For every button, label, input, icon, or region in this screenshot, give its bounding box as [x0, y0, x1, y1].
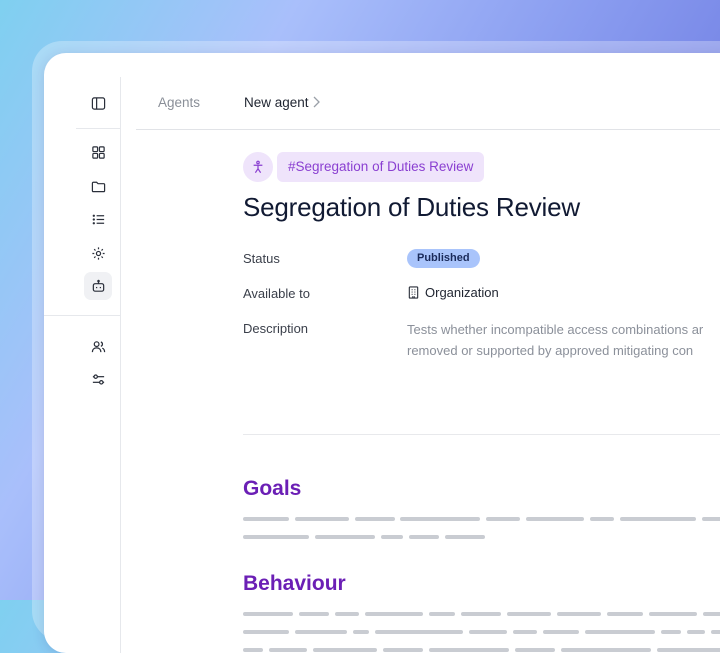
- placeholder-line: [243, 517, 720, 521]
- topbar: Agents New agent: [136, 77, 720, 130]
- sidebar-item-preferences[interactable]: [84, 365, 112, 393]
- settings-icon: [91, 246, 105, 260]
- sidebar-toggle-button[interactable]: [84, 89, 112, 117]
- placeholder-line: [243, 535, 720, 539]
- description-text: Tests whether incompatible access combin…: [407, 319, 720, 361]
- available-text: Organization: [425, 285, 499, 300]
- person-icon: [253, 160, 263, 174]
- placeholder-line: [243, 648, 720, 652]
- agent-avatar: [243, 152, 273, 182]
- sidebar-item-list[interactable]: [84, 205, 112, 233]
- goals-heading: Goals: [243, 477, 302, 500]
- sidebar-item-folders[interactable]: [84, 172, 112, 200]
- breadcrumb-current: New agent: [244, 95, 309, 110]
- chevron-right-icon: [313, 96, 320, 108]
- breadcrumb-agents[interactable]: Agents: [158, 95, 200, 110]
- placeholder-line: [243, 612, 720, 616]
- folder-icon: [91, 181, 105, 192]
- list-icon: [92, 214, 104, 224]
- sidebar-divider: [44, 315, 120, 316]
- panel-toggle-icon: [91, 96, 105, 110]
- sidebar: [44, 77, 121, 653]
- dashboard-icon: [91, 145, 105, 159]
- agent-tag[interactable]: #Segregation of Duties Review: [277, 152, 485, 182]
- app-window: Agents New agent #Segregation of Duties …: [44, 53, 720, 653]
- behaviour-heading: Behaviour: [243, 572, 346, 595]
- users-icon: [91, 340, 105, 352]
- sidebar-item-agents[interactable]: [84, 272, 112, 300]
- description-label: Description: [243, 321, 309, 336]
- page-title: Segregation of Duties Review: [243, 192, 580, 222]
- sliders-icon: [92, 373, 104, 385]
- behaviour-content-placeholder: [243, 612, 720, 653]
- description-line: Tests whether incompatible access combin…: [407, 322, 704, 337]
- goals-content-placeholder: [243, 517, 720, 553]
- status-label: Status: [243, 251, 280, 266]
- description-line: removed or supported by approved mitigat…: [407, 343, 694, 358]
- available-value: Organization: [407, 285, 499, 300]
- sidebar-divider: [76, 128, 120, 129]
- status-badge: Published: [407, 249, 480, 268]
- sidebar-item-settings[interactable]: [84, 239, 112, 267]
- available-label: Available to: [243, 286, 310, 301]
- bot-icon: [92, 279, 104, 292]
- sidebar-item-users[interactable]: [84, 332, 112, 360]
- section-divider: [243, 434, 720, 435]
- sidebar-item-dashboard[interactable]: [84, 138, 112, 166]
- placeholder-line: [243, 630, 720, 634]
- building-icon: [408, 286, 419, 299]
